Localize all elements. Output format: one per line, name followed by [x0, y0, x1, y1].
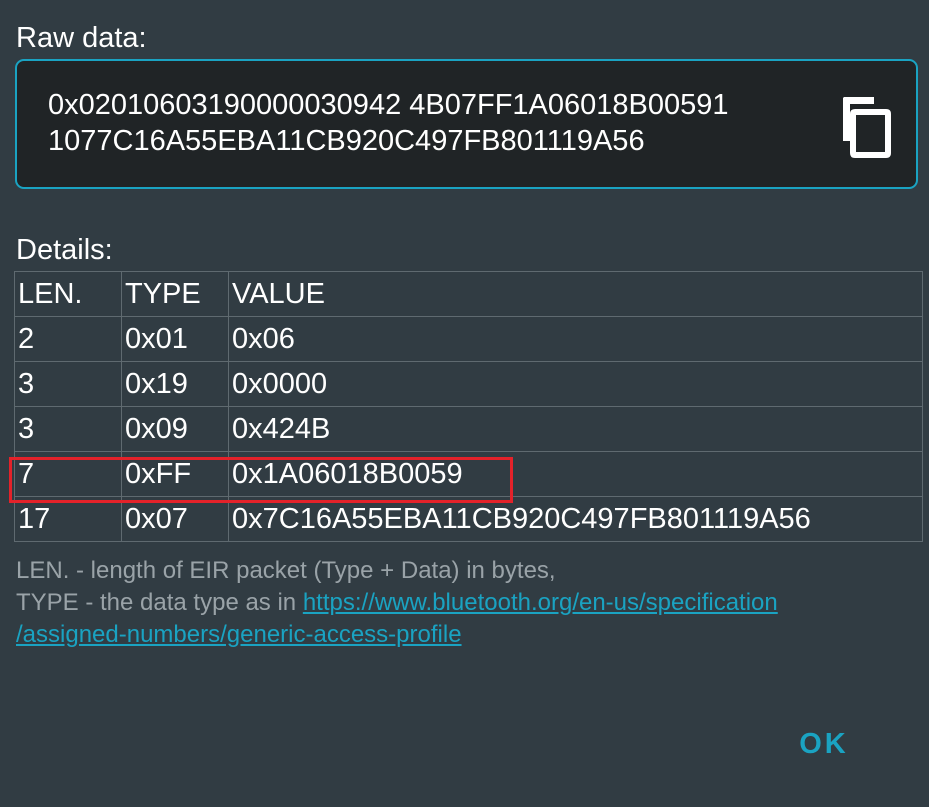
details-label: Details: — [16, 234, 113, 266]
copy-button[interactable] — [838, 95, 894, 159]
cell-type: 0x01 — [121, 316, 229, 362]
header-type: TYPE — [121, 271, 229, 317]
cell-value: 0x0000 — [228, 361, 923, 407]
cell-type: 0x09 — [121, 406, 229, 452]
cell-len: 3 — [14, 406, 122, 452]
spec-link-part-2[interactable]: /assigned-numbers/generic-access-profile — [16, 621, 462, 648]
cell-type: 0x07 — [121, 496, 229, 542]
cell-value: 0x06 — [228, 316, 923, 362]
cell-len: 3 — [14, 361, 122, 407]
cell-len: 17 — [14, 496, 122, 542]
cell-len: 2 — [14, 316, 122, 362]
copy-icon — [843, 97, 891, 158]
footnote-type-prefix: TYPE - the data type as in — [16, 589, 303, 616]
table-header-row: LEN. TYPE VALUE — [14, 271, 923, 317]
header-value: VALUE — [228, 271, 923, 317]
header-len: LEN. — [14, 271, 122, 317]
footnote-type-line: TYPE - the data type as in https://www.b… — [16, 587, 778, 619]
raw-data-label: Raw data: — [16, 22, 147, 54]
raw-data-line-1: 0x02010603190000030942 4B07FF1A06018B005… — [48, 89, 729, 121]
cell-value: 0x7C16A55EBA11CB920C497FB801119A56 — [228, 496, 923, 542]
raw-data-value: 0x02010603190000030942 4B07FF1A06018B005… — [48, 87, 838, 159]
table-row: 17 0x07 0x7C16A55EBA11CB920C497FB801119A… — [14, 496, 923, 542]
raw-data-line-2: 1077C16A55EBA11CB920C497FB801119A56 — [48, 125, 645, 157]
raw-data-box: 0x02010603190000030942 4B07FF1A06018B005… — [15, 59, 918, 189]
spec-link-part-1[interactable]: https://www.bluetooth.org/en-us/specific… — [303, 589, 778, 616]
cell-type: 0xFF — [121, 451, 229, 497]
cell-type: 0x19 — [121, 361, 229, 407]
table-row: 2 0x01 0x06 — [14, 316, 923, 362]
details-table: LEN. TYPE VALUE 2 0x01 0x06 3 0x19 0x000… — [14, 271, 923, 542]
table-row: 3 0x19 0x0000 — [14, 361, 923, 407]
footnote-len-line: LEN. - length of EIR packet (Type + Data… — [16, 557, 556, 584]
cell-len: 7 — [14, 451, 122, 497]
cell-value: 0x1A06018B0059 — [228, 451, 923, 497]
ok-button[interactable]: OK — [776, 712, 872, 776]
footnote: LEN. - length of EIR packet (Type + Data… — [16, 555, 778, 651]
cell-value: 0x424B — [228, 406, 923, 452]
table-row: 3 0x09 0x424B — [14, 406, 923, 452]
table-row-highlighted: 7 0xFF 0x1A06018B0059 — [14, 451, 923, 497]
footnote-link-line: /assigned-numbers/generic-access-profile — [16, 619, 778, 651]
